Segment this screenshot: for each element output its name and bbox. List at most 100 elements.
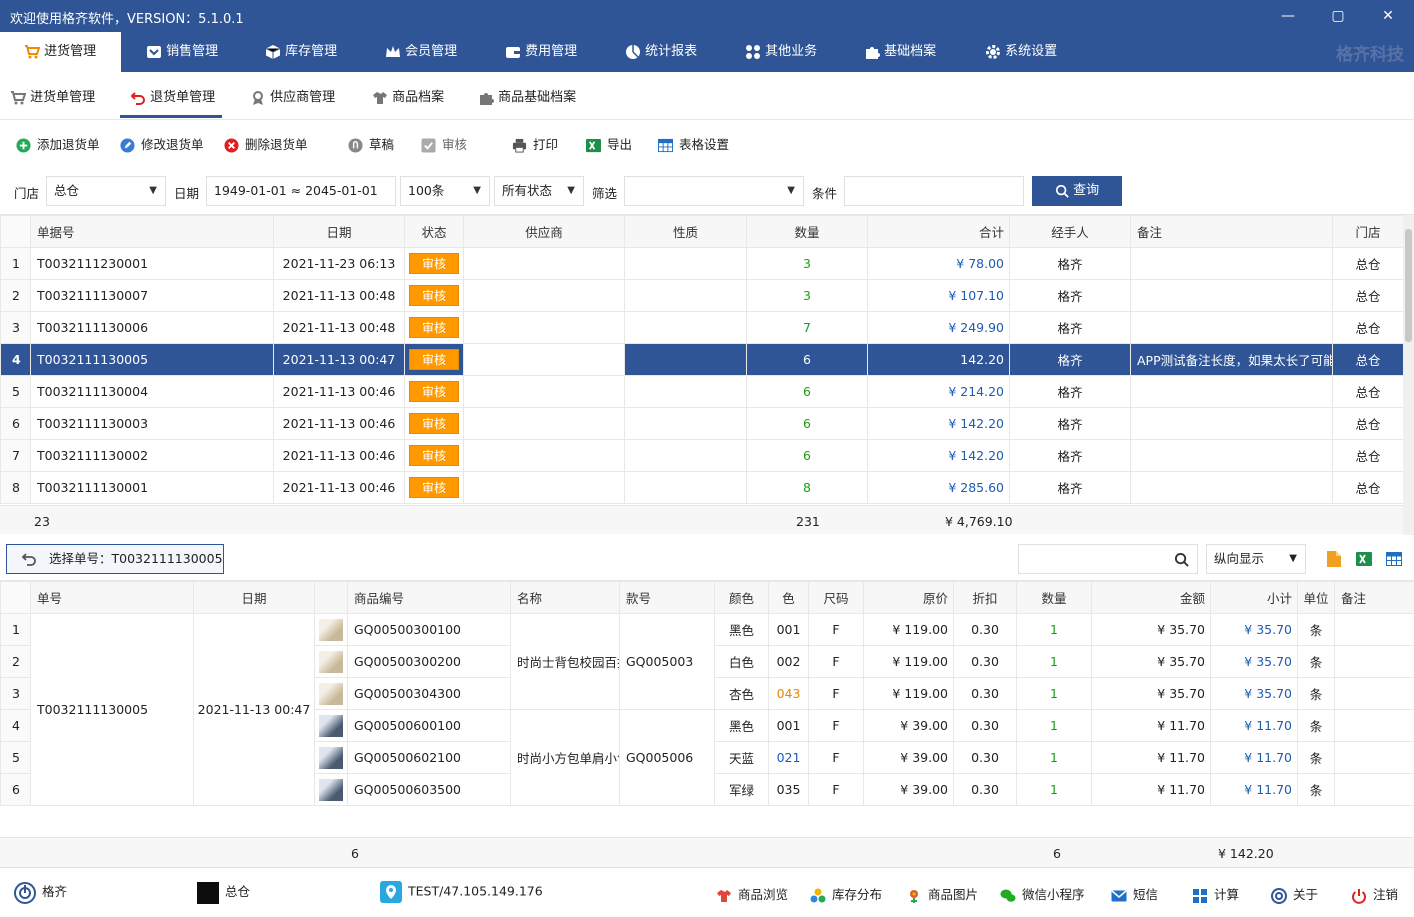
table-settings-button[interactable]: 表格设置 (658, 134, 729, 153)
column-header[interactable]: 折扣 (953, 581, 1017, 614)
table-row[interactable]: 1 T0032111230001 2021-11-23 06:13 审核 3 ¥ 78.0… (0, 247, 1404, 280)
selected-order-button[interactable]: 选择单号：T0032111130005 (6, 544, 224, 574)
plus-circle-icon (16, 138, 31, 153)
column-header[interactable]: 经手人 (1009, 215, 1131, 248)
cell-nature (624, 311, 747, 344)
column-header[interactable]: 门店 (1332, 215, 1404, 248)
maximize-button[interactable]: ▢ (1326, 4, 1350, 28)
column-header[interactable]: 日期 (193, 581, 315, 614)
column-header[interactable]: 款号 (619, 581, 715, 614)
wechat-miniprogram-button[interactable]: 微信小程序 (1000, 884, 1085, 904)
column-header[interactable]: 小计 (1210, 581, 1298, 614)
sub-nav-products[interactable]: 商品档案 (372, 86, 444, 108)
cell-store: 总仓 (1332, 343, 1404, 376)
column-header[interactable]: 状态 (404, 215, 464, 248)
table-row[interactable]: 8 T0032111130001 2021-11-13 00:46 审核 8 ¥ 285.… (0, 471, 1404, 504)
main-nav-other[interactable]: 其他业务 (745, 32, 817, 72)
column-header[interactable]: 备注 (1130, 215, 1333, 248)
view-mode-select[interactable]: 纵向显示 ▼ (1206, 544, 1306, 574)
cell-discount: 0.30 (953, 741, 1017, 774)
add-return-button[interactable]: 添加退货单 (16, 134, 100, 153)
column-header[interactable]: 单据号 (30, 215, 274, 248)
cell-size: F (808, 645, 864, 678)
edit-return-button[interactable]: 修改退货单 (120, 134, 204, 153)
table-row[interactable]: 5 T0032111130004 2021-11-13 00:46 审核 6 ¥ 214.… (0, 375, 1404, 408)
column-header[interactable]: 金额 (1091, 581, 1211, 614)
detail-search-input[interactable] (1018, 544, 1198, 574)
scrollbar-thumb[interactable] (1405, 229, 1412, 342)
column-header[interactable]: 供应商 (463, 215, 625, 248)
main-nav-basic-archive[interactable]: 基础档案 (864, 32, 936, 72)
print-button[interactable]: 打印 (512, 134, 558, 153)
product-thumbnail[interactable] (319, 618, 343, 641)
sub-nav-suppliers[interactable]: 供应商管理 (250, 86, 335, 108)
column-header[interactable]: 单号 (30, 581, 194, 614)
query-button[interactable]: 查询 (1032, 176, 1122, 206)
logout-button[interactable]: 注销 (1351, 884, 1398, 904)
table-icon[interactable] (1386, 551, 1402, 567)
export-button[interactable]: 导出 (586, 134, 632, 153)
main-nav-member[interactable]: 会员管理 (385, 32, 457, 72)
main-nav-sales[interactable]: 销售管理 (146, 32, 218, 72)
delete-return-button[interactable]: 删除退货单 (224, 134, 308, 153)
main-nav-purchase[interactable]: 进货管理 (0, 32, 121, 72)
cell-color: 军绿 (714, 773, 769, 806)
calculator-button[interactable]: 计算 (1192, 884, 1239, 904)
table-row[interactable]: 3 T0032111130006 2021-11-13 00:48 审核 7 ¥ 249.… (0, 311, 1404, 344)
draft-button[interactable]: 草稿 (348, 134, 394, 153)
audit-button[interactable]: 审核 (421, 134, 467, 153)
table-row[interactable]: 7 T0032111130002 2021-11-13 00:46 审核 6 ¥ 142.… (0, 439, 1404, 472)
main-nav-settings[interactable]: 系统设置 (985, 32, 1057, 72)
cell-unit: 条 (1297, 741, 1335, 774)
product-browse-button[interactable]: 商品浏览 (716, 884, 788, 904)
table-row[interactable]: 1 T0032111130005 2021-11-13 00:47 GQ0050030… (0, 613, 1414, 806)
cell-qty: 6 (746, 375, 868, 408)
column-header[interactable]: 尺码 (808, 581, 864, 614)
store-select[interactable]: 总仓 ▼ (46, 176, 166, 206)
stock-distribution-button[interactable]: 库存分布 (810, 884, 882, 904)
condition-input[interactable] (844, 176, 1024, 206)
column-header[interactable]: 原价 (863, 581, 954, 614)
column-header[interactable]: 数量 (1016, 581, 1092, 614)
main-nav-inventory[interactable]: 库存管理 (265, 32, 337, 72)
main-nav-reports[interactable]: 统计报表 (625, 32, 697, 72)
sub-nav-product-basics[interactable]: 商品基础档案 (478, 86, 576, 108)
main-nav-label: 费用管理 (525, 44, 578, 59)
product-thumbnail[interactable] (319, 650, 343, 673)
product-thumbnail[interactable] (319, 746, 343, 769)
table-row[interactable]: 4 T0032111130005 2021-11-13 00:47 审核 6 142.20… (0, 343, 1404, 376)
product-thumbnail[interactable] (319, 682, 343, 705)
column-header[interactable]: 数量 (746, 215, 868, 248)
product-thumbnail[interactable] (319, 778, 343, 801)
column-header[interactable]: 备注 (1334, 581, 1414, 614)
about-button[interactable]: 关于 (1271, 884, 1318, 904)
column-header[interactable]: 性质 (624, 215, 747, 248)
main-nav-expense[interactable]: 费用管理 (505, 32, 577, 72)
product-images-button[interactable]: 商品图片 (906, 884, 978, 904)
column-header[interactable]: 日期 (273, 215, 405, 248)
column-header[interactable]: 色 (768, 581, 809, 614)
column-header[interactable]: 单位 (1297, 581, 1335, 614)
column-header[interactable]: 名称 (510, 581, 620, 614)
date-range-input[interactable]: 1949-01-01 ≈ 2045-01-01 (206, 176, 396, 206)
sms-button[interactable]: 短信 (1111, 884, 1158, 904)
search-icon[interactable] (1174, 552, 1189, 567)
column-header[interactable]: 商品编号 (347, 581, 511, 614)
sub-nav-purchase-orders[interactable]: 进货单管理 (10, 86, 95, 108)
status-select[interactable]: 所有状态 ▼ (494, 176, 584, 206)
cell-nature (624, 375, 747, 408)
product-thumbnail[interactable] (319, 714, 343, 737)
document-icon[interactable] (1327, 551, 1341, 567)
orders-scrollbar[interactable] (1403, 215, 1414, 535)
table-row[interactable]: 6 T0032111130003 2021-11-13 00:46 审核 6 ¥ 142.… (0, 407, 1404, 440)
column-header[interactable]: 颜色 (714, 581, 769, 614)
excel-icon[interactable] (1356, 551, 1372, 567)
column-header[interactable]: 合计 (867, 215, 1010, 248)
sub-nav-return-orders[interactable]: 退货单管理 (130, 86, 215, 108)
minimize-button[interactable]: — (1276, 4, 1300, 28)
count-select[interactable]: 100条 ▼ (400, 176, 490, 206)
close-button[interactable]: ✕ (1376, 4, 1400, 28)
screen-select[interactable]: ▼ (624, 176, 804, 206)
cart-icon (11, 90, 26, 104)
table-row[interactable]: 2 T0032111130007 2021-11-13 00:48 审核 3 ¥ 107.… (0, 279, 1404, 312)
